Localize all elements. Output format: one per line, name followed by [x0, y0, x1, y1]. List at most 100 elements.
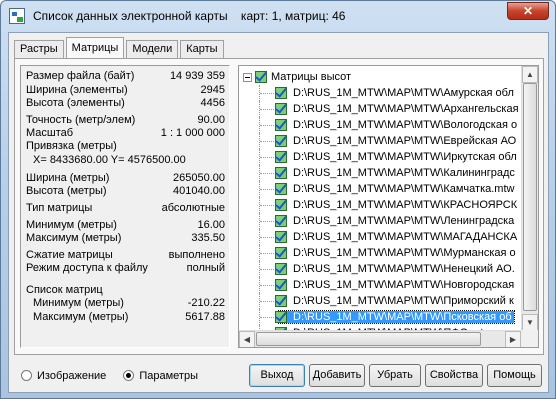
- tab-matrices[interactable]: Матрицы: [65, 37, 125, 59]
- add-button[interactable]: Добавить: [309, 364, 365, 387]
- param-value: 16.00: [197, 219, 225, 231]
- parameters-panel: Размер файла (байт) 14 939 359 Ширина (эл…: [20, 65, 230, 348]
- param-value: абсолютные: [161, 202, 225, 214]
- vertical-scrollbar[interactable]: ▲ ▼: [521, 66, 538, 331]
- param-label: Масштаб: [26, 127, 74, 139]
- param-label: Максимум (метры): [33, 311, 129, 323]
- exit-button[interactable]: Выход: [249, 364, 305, 387]
- radio-unchecked-icon: [21, 370, 32, 381]
- tree-item-label: D:\RUS_1M_MTW\MAP\MTW\Вологодская о: [293, 119, 518, 131]
- scroll-left-icon[interactable]: ◀: [239, 331, 255, 347]
- param-label: Высота (элементы): [26, 97, 125, 109]
- window-title: Список данных электронной карты карт: 1,…: [33, 9, 346, 23]
- param-value: выполнено: [168, 249, 225, 261]
- tree-item[interactable]: D:\RUS_1M_MTW\MAP\MTW\Ненецкий АО.: [255, 261, 523, 277]
- param-value: 265050.00: [173, 172, 225, 184]
- param-label: Ширина (элементы): [26, 84, 128, 96]
- scroll-up-icon[interactable]: ▲: [522, 66, 538, 83]
- param-label: Размер файла (байт): [26, 70, 135, 82]
- vertical-scroll-thumb[interactable]: [523, 83, 537, 311]
- param-value: 5617.88: [185, 311, 225, 323]
- param-value: 1 : 1 000 000: [160, 127, 225, 139]
- matrix-file-icon: [275, 151, 287, 163]
- tab-rasters[interactable]: Растры: [14, 40, 64, 59]
- param-value: 401040.00: [173, 185, 225, 197]
- tree-item[interactable]: D:\RUS_1M_MTW\MAP\MTW\Ленинградска: [255, 213, 523, 229]
- tree-item[interactable]: D:\RUS_1M_MTW\MAP\MTW\МАГАДАНСКА: [255, 229, 523, 245]
- param-label: Минимум (метры): [26, 219, 117, 231]
- close-button[interactable]: ✕: [507, 2, 549, 20]
- tab-strip: Растры Матрицы Модели Карты: [14, 37, 226, 59]
- param-row: Минимум (метры) -210.22: [21, 297, 231, 310]
- tab-maps[interactable]: Карты: [180, 40, 224, 59]
- param-value: 4456: [200, 97, 225, 109]
- matrix-file-icon: [275, 279, 287, 291]
- tree-item-label: D:\RUS_1M_MTW\MAP\MTW\Новгородская: [293, 279, 515, 291]
- param-row: Масштаб 1 : 1 000 000: [21, 127, 231, 140]
- app-window: Список данных электронной карты карт: 1,…: [0, 0, 556, 399]
- matrix-file-icon: [275, 119, 287, 131]
- tree-item[interactable]: D:\RUS_1M_MTW\MAP\MTW\Вологодская о: [255, 117, 523, 133]
- param-row: Максимум (метры) 335.50: [21, 232, 231, 245]
- param-label: Высота (метры): [26, 185, 107, 197]
- tree-item[interactable]: D:\RUS_1M_MTW\MAP\MTW\Иркутская обл: [255, 149, 523, 165]
- param-label: Сжатие матрицы: [26, 249, 113, 261]
- param-row: Список матриц: [21, 284, 231, 297]
- horizontal-scroll-thumb[interactable]: [256, 332, 481, 346]
- param-row: Сжатие матрицы выполнено: [21, 249, 231, 262]
- scroll-corner: [521, 330, 538, 347]
- tree-item[interactable]: D:\RUS_1M_MTW\MAP\MTW\Калининградс: [255, 165, 523, 181]
- matrix-file-icon: [275, 135, 287, 147]
- param-row: X= 8433680.00 Y= 4576500.00: [21, 154, 231, 167]
- matrix-file-icon: [275, 231, 287, 243]
- help-button[interactable]: Помощь: [487, 364, 542, 387]
- param-row: Высота (метры) 401040.00: [21, 185, 231, 198]
- height-matrix-icon: [255, 71, 267, 84]
- scroll-right-icon[interactable]: ▶: [505, 331, 521, 347]
- tree-item[interactable]: D:\RUS_1M_MTW\MAP\MTW\Архангельская: [255, 101, 523, 117]
- tree-item-label: D:\RUS_1M_MTW\MAP\MTW\Приморский к: [293, 295, 514, 307]
- tree-item[interactable]: D:\RUS_1M_MTW\MAP\MTW\Новгородская: [255, 277, 523, 293]
- collapse-icon[interactable]: [243, 72, 252, 82]
- tree-item-label: D:\RUS_1M_MTW\MAP\MTW\Мурманская о: [293, 247, 516, 259]
- tree-root-node[interactable]: Матрицы высот: [243, 69, 351, 85]
- tree-root-label: Матрицы высот: [271, 71, 352, 83]
- matrix-tree-view[interactable]: Матрицы высот D:\RUS_1M_MTW\MAP\MTW\Амур…: [238, 65, 539, 348]
- tree-item-label: D:\RUS_1M_MTW\MAP\MTW\Калининградс: [293, 167, 515, 179]
- tab-models[interactable]: Модели: [126, 40, 179, 59]
- tree-item[interactable]: D:\RUS_1M_MTW\MAP\MTW\Мурманская о: [255, 245, 523, 261]
- tree-item-label: D:\RUS_1M_MTW\MAP\MTW\Псковская об: [278, 310, 515, 324]
- tree-items: D:\RUS_1M_MTW\MAP\MTW\Амурская обл D:\RU…: [255, 85, 523, 341]
- tree-item-label: D:\RUS_1M_MTW\MAP\MTW\Амурская обл: [293, 87, 514, 99]
- matrix-file-icon: [275, 263, 287, 275]
- param-row: Ширина (элементы) 2945: [21, 84, 231, 97]
- properties-button[interactable]: Свойства: [425, 364, 483, 387]
- param-value: 335.50: [191, 232, 225, 244]
- scroll-down-icon[interactable]: ▼: [522, 314, 538, 331]
- param-row: Высота (элементы) 4456: [21, 97, 231, 110]
- map-list-app-icon: [9, 8, 25, 24]
- tree-item[interactable]: D:\RUS_1M_MTW\MAP\MTW\Камчатка.mtw: [255, 181, 523, 197]
- matrix-file-icon: [275, 103, 287, 115]
- tree-item[interactable]: D:\RUS_1M_MTW\MAP\MTW\Амурская обл: [255, 85, 523, 101]
- param-label: Привязка (метры): [26, 140, 117, 152]
- param-label: Список матриц: [26, 284, 103, 296]
- param-value: 2945: [200, 84, 225, 96]
- matrix-file-icon: [275, 311, 287, 323]
- horizontal-scrollbar[interactable]: ◀ ▶: [239, 330, 522, 347]
- matrix-file-icon: [275, 247, 287, 259]
- param-value: -210.22: [187, 297, 225, 309]
- remove-button[interactable]: Убрать: [369, 364, 421, 387]
- tree-item-label: D:\RUS_1M_MTW\MAP\MTW\Архангельская: [293, 103, 519, 115]
- tree-item[interactable]: D:\RUS_1M_MTW\MAP\MTW\Приморский к: [255, 293, 523, 309]
- param-value: 14 939 359: [169, 70, 225, 82]
- tree-item-label: D:\RUS_1M_MTW\MAP\MTW\Еврейская АО: [293, 135, 517, 147]
- tree-item[interactable]: D:\RUS_1M_MTW\MAP\MTW\КРАСНОЯРСК: [255, 197, 523, 213]
- dialog-body: Растры Матрицы Модели Карты Размер файла…: [8, 32, 549, 393]
- tree-item[interactable]: D:\RUS_1M_MTW\MAP\MTW\Еврейская АО: [255, 133, 523, 149]
- radio-parameters[interactable]: Параметры: [123, 370, 198, 382]
- radio-image[interactable]: Изображение: [21, 370, 106, 382]
- param-row: Минимум (метры) 16.00: [21, 219, 231, 232]
- tree-item-selected[interactable]: D:\RUS_1M_MTW\MAP\MTW\Псковская об: [255, 309, 523, 325]
- radio-checked-icon: [123, 370, 135, 381]
